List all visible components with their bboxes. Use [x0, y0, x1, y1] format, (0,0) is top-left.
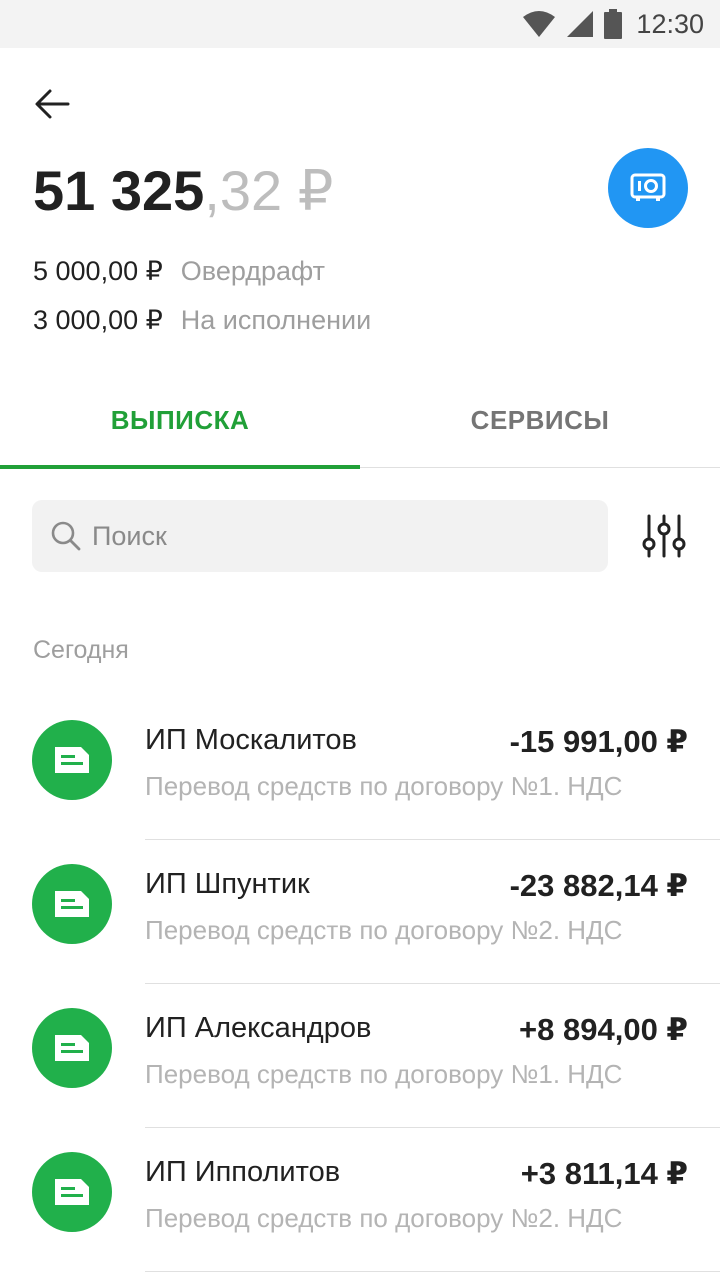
transaction-amount: +3 811,14 ₽ — [520, 1156, 688, 1191]
tab-statement[interactable]: ВЫПИСКА — [0, 372, 360, 469]
transaction-amount: -15 991,00 ₽ — [509, 724, 688, 759]
transaction-item[interactable]: ИП Москалитов -15 991,00 ₽ Перевод средс… — [0, 696, 720, 840]
status-bar: 12:30 — [0, 0, 720, 48]
pending-amount: 3 000,00 ₽ — [33, 305, 163, 335]
balance-integer: 51 325 — [33, 159, 205, 222]
filter-sliders-icon — [642, 514, 686, 558]
document-icon — [55, 1179, 89, 1205]
safe-button[interactable] — [608, 148, 688, 228]
pending-row: 3 000,00 ₽ На исполнении — [33, 305, 371, 336]
transaction-icon — [32, 864, 112, 944]
back-button[interactable] — [28, 80, 76, 128]
battery-icon — [604, 9, 623, 39]
section-header-today: Сегодня — [33, 636, 129, 664]
search-input[interactable] — [92, 520, 552, 552]
transaction-name: ИП Москалитов — [145, 724, 357, 756]
status-time: 12:30 — [636, 8, 704, 39]
document-icon — [55, 1035, 89, 1061]
transaction-item[interactable]: ИП Александров +8 894,00 ₽ Перевод средс… — [0, 984, 720, 1128]
search-box[interactable] — [32, 500, 608, 572]
safe-icon — [630, 173, 666, 201]
account-balance: 51 325,32 ₽ — [33, 158, 333, 224]
transaction-name: ИП Ипполитов — [145, 1156, 341, 1188]
pending-label: На исполнении — [180, 305, 372, 335]
status-icons: 12:30 — [522, 8, 704, 40]
document-icon — [55, 891, 89, 917]
arrow-left-icon — [35, 89, 70, 119]
transaction-icon — [32, 1008, 112, 1088]
filter-button[interactable] — [636, 508, 692, 564]
transaction-amount: -23 882,14 ₽ — [509, 868, 688, 903]
transaction-description: Перевод средств по договору №2. НДС — [145, 1203, 623, 1233]
wifi-icon — [523, 11, 556, 37]
divider — [145, 1271, 720, 1272]
transaction-amount: +8 894,00 ₽ — [519, 1012, 688, 1047]
transaction-name: ИП Шпунтик — [145, 868, 310, 900]
transaction-name: ИП Александров — [145, 1012, 372, 1044]
overdraft-amount: 5 000,00 ₽ — [33, 256, 163, 286]
tab-bar: ВЫПИСКА СЕРВИСЫ — [0, 372, 720, 469]
document-icon — [55, 747, 89, 773]
transaction-item[interactable]: ИП Шпунтик -23 882,14 ₽ Перевод средств … — [0, 840, 720, 984]
transaction-description: Перевод средств по договору №1. НДС — [145, 1059, 623, 1089]
transaction-description: Перевод средств по договору №2. НДС — [145, 915, 623, 945]
transaction-description: Перевод средств по договору №1. НДС — [145, 771, 623, 801]
search-icon — [51, 521, 81, 551]
balance-fraction: ,32 ₽ — [204, 159, 334, 222]
transaction-icon — [32, 1152, 112, 1232]
overdraft-row: 5 000,00 ₽ Овердрафт — [33, 256, 325, 287]
overdraft-label: Овердрафт — [180, 256, 326, 286]
transaction-icon — [32, 720, 112, 800]
transaction-item[interactable]: ИП Ипполитов +3 811,14 ₽ Перевод средств… — [0, 1128, 720, 1272]
tab-services[interactable]: СЕРВИСЫ — [360, 372, 720, 468]
signal-icon — [567, 11, 594, 37]
